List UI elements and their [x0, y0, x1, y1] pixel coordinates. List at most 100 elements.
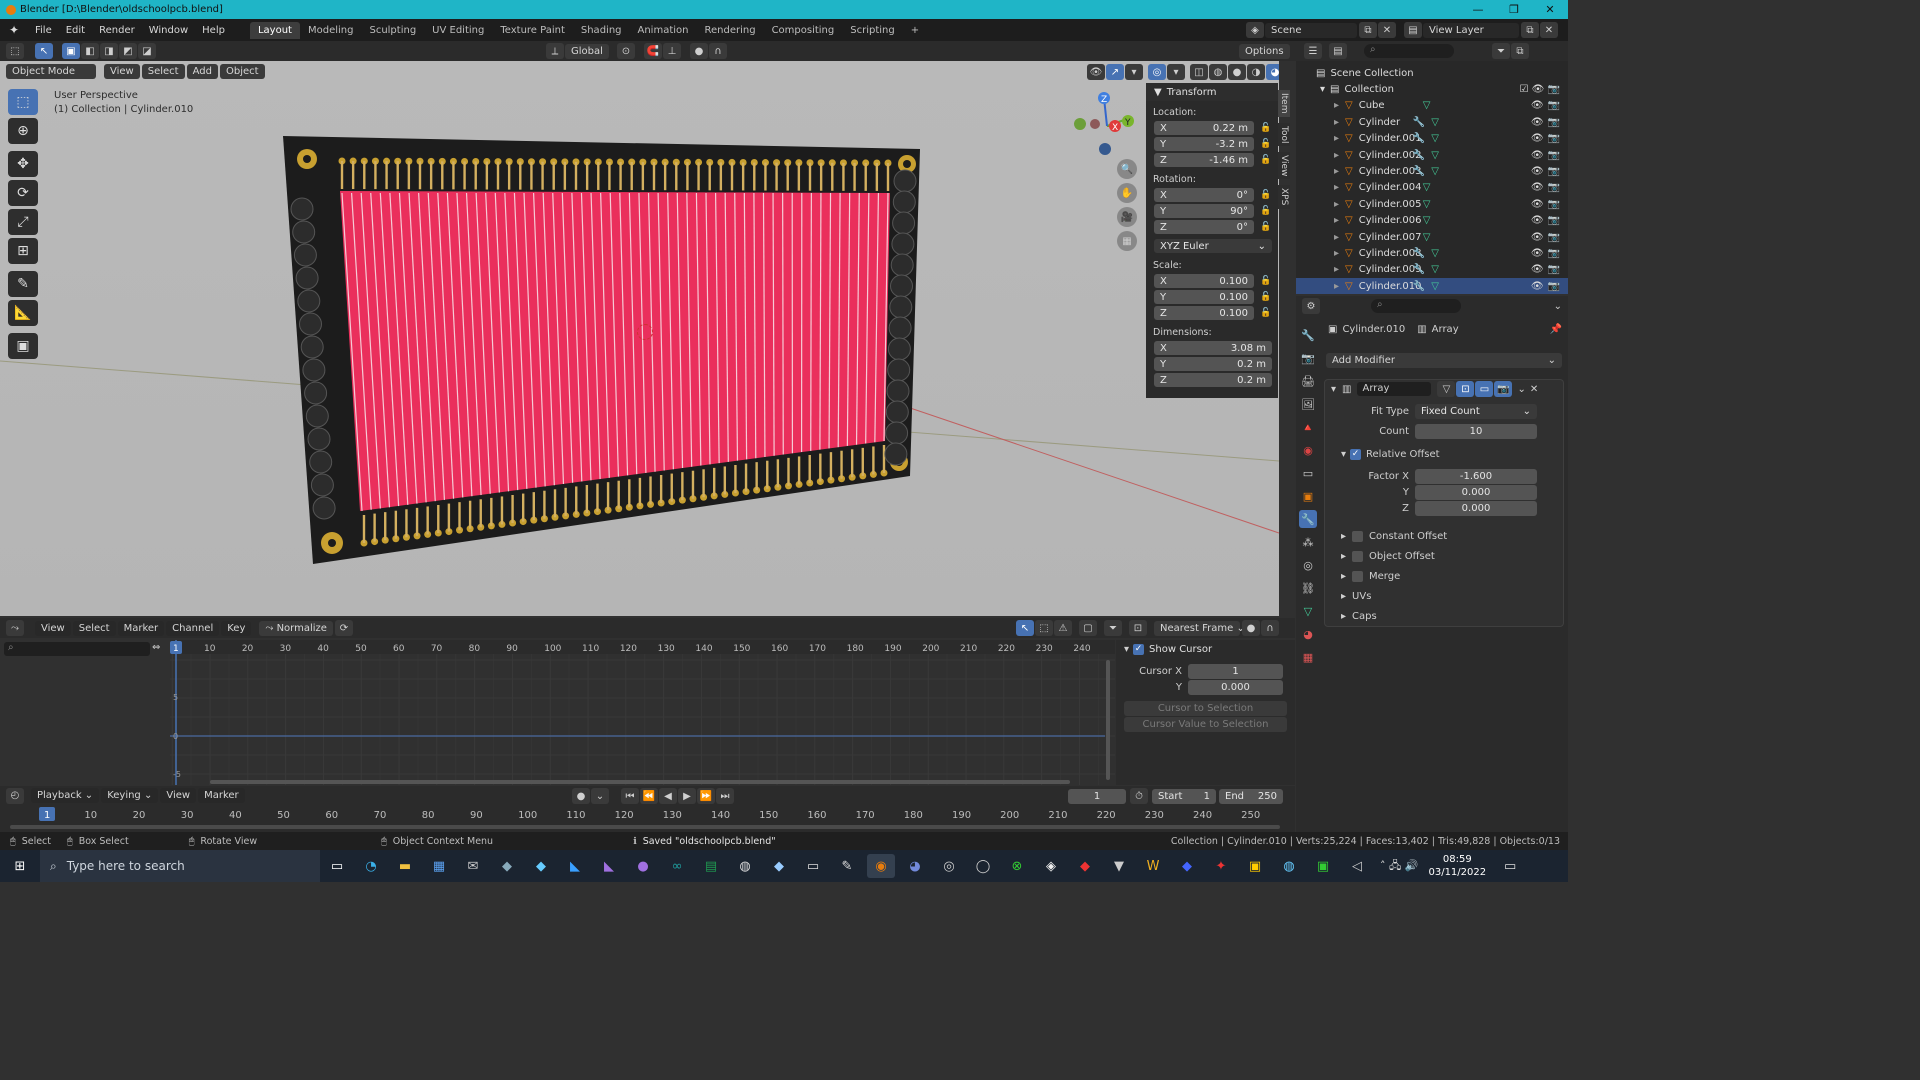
normalize-toggle[interactable]: ⤳ Normalize [259, 620, 333, 636]
jump-start-icon[interactable]: ⏮ [621, 788, 639, 804]
overlay-toggle-icon[interactable]: ◎ [1148, 64, 1166, 80]
app-icon-14[interactable]: ▣ [1309, 854, 1337, 878]
render-camera-icon[interactable]: 📷 [1548, 215, 1560, 226]
viewport-menu-select[interactable]: Select [141, 64, 185, 79]
subpanel-checkbox[interactable] [1352, 530, 1364, 542]
graph-area[interactable]: 1 10 20 30 40 50 60 70 80 90 100 110 120 130 140 150 160… [170, 640, 1115, 785]
modifier-subpanel[interactable]: ▸ UVs [1341, 586, 1563, 606]
xray-toggle-icon[interactable]: ◫ [1190, 64, 1208, 80]
channel-search-input[interactable]: ⌕ [4, 642, 150, 656]
proportional-falloff-icon[interactable]: ∩ [709, 43, 727, 59]
expand-arrow-icon[interactable]: ▾ [1320, 84, 1325, 95]
options-dropdown[interactable]: Options [1239, 44, 1290, 59]
render-camera-icon[interactable]: 📷 [1548, 248, 1560, 259]
select-mode-intersect-icon[interactable]: ◪ [138, 43, 156, 59]
add-cube-tool-icon[interactable]: ▣ [8, 333, 38, 359]
tray-icons[interactable]: ˄ 🖧 🔊 [1380, 857, 1418, 876]
expand-arrow-icon[interactable]: ▸ [1334, 117, 1339, 128]
timeline-menu-keying[interactable]: Keying ⌄ [101, 788, 159, 803]
vscode-icon[interactable]: ◣ [561, 854, 589, 878]
workspace-tab-sculpting[interactable]: Sculpting [361, 22, 424, 39]
play-reverse-icon[interactable]: ◀ [659, 788, 677, 804]
render-camera-icon[interactable]: 📷 [1548, 232, 1560, 243]
new-collection-icon[interactable]: ⧉ [1511, 43, 1529, 59]
notepad-icon[interactable]: ✎ [833, 854, 861, 878]
edit-mode-toggle-icon[interactable]: ▽ [1437, 381, 1456, 397]
render-toggle-icon[interactable]: 📷 [1494, 381, 1513, 397]
discord-icon[interactable]: ◕ [901, 854, 929, 878]
collapse-triangle-icon[interactable]: ▼ [1154, 87, 1162, 98]
mesh-data-icon[interactable]: ▽ [1431, 166, 1439, 177]
cursor-tool-icon[interactable]: ⊕ [8, 118, 38, 144]
graph-editor-type-icon[interactable]: ⤳ [6, 620, 24, 636]
subpanel-checkbox[interactable] [1352, 550, 1364, 562]
only-errors-icon[interactable]: ⚠ [1054, 620, 1072, 636]
expand-arrow-icon[interactable]: ▸ [1334, 133, 1339, 144]
transform-orientation-icon[interactable]: ⟂ [546, 43, 564, 59]
view-layer-selector[interactable]: View Layer [1423, 22, 1519, 38]
expand-arrow-icon[interactable]: ▾ [1341, 449, 1346, 460]
app-icon-6[interactable]: ◈ [1037, 854, 1065, 878]
mesh-data-icon[interactable]: ▽ [1431, 264, 1439, 275]
timeline-menu-marker[interactable]: Marker [198, 788, 245, 803]
outliner-item[interactable]: ▸ ▽ Cylinder.008 🔧 ▽ 👁 📷 [1296, 245, 1568, 261]
shading-solid-icon[interactable]: ● [1228, 64, 1246, 80]
graph-menu-marker[interactable]: Marker [117, 620, 165, 636]
outliner-search-input[interactable]: ⌕ [1364, 44, 1454, 58]
relative-offset-checkbox[interactable]: ✓ [1350, 449, 1362, 460]
terminal-icon[interactable]: ▭ [799, 854, 827, 878]
filter-icon[interactable]: ⏷ [1104, 620, 1122, 636]
show-hidden-icon[interactable]: ⬚ [1035, 620, 1053, 636]
select-mode-extend-icon[interactable]: ◧ [81, 43, 99, 59]
visibility-eye-icon[interactable]: 👁 [1531, 248, 1544, 259]
proportional-edit-icon[interactable]: ● [690, 43, 708, 59]
dimensions-z-field[interactable]: Z 0.2 m [1154, 373, 1272, 387]
view-layer-new-icon[interactable]: ⧉ [1521, 22, 1539, 38]
timeline-scrollbar[interactable] [10, 825, 1280, 829]
visibility-eye-icon[interactable]: 👁 [1531, 264, 1544, 275]
app-icon-4[interactable]: ◆ [765, 854, 793, 878]
expand-arrow-icon[interactable]: ▸ [1334, 215, 1339, 226]
modifier-menu-icon[interactable]: ⌄ [1517, 384, 1525, 395]
expand-arrow-icon[interactable]: ▸ [1334, 150, 1339, 161]
menu-window[interactable]: Window [142, 25, 195, 36]
lock-icon[interactable]: 🔓 [1260, 123, 1272, 133]
lock-icon[interactable]: 🔓 [1260, 190, 1272, 200]
excel-icon[interactable]: ▤ [697, 854, 725, 878]
expand-arrow-icon[interactable]: ▸ [1334, 199, 1339, 210]
app-icon-8[interactable]: ▼ [1105, 854, 1133, 878]
lock-icon[interactable]: 🔓 [1260, 292, 1272, 302]
wrench-icon[interactable]: 🔧 [1413, 117, 1425, 128]
current-frame-field[interactable]: 1 [1068, 788, 1126, 804]
lock-icon[interactable]: 🔓 [1260, 222, 1272, 232]
outliner-editor-type-icon[interactable]: ☰ [1304, 43, 1322, 59]
navigation-gizmo[interactable]: X Y Z [1072, 91, 1142, 161]
workspace-tab-modeling[interactable]: Modeling [300, 22, 362, 39]
visibility-eye-icon[interactable]: 👁 [1531, 133, 1544, 144]
collection-tab-icon[interactable]: ▭ [1299, 464, 1317, 482]
rotation-x-field[interactable]: X 0° [1154, 188, 1254, 202]
fit-type-dropdown[interactable]: Fixed Count ⌄ [1415, 404, 1537, 419]
location-x-field[interactable]: X 0.22 m [1154, 121, 1254, 135]
timeline-editor-type-icon[interactable]: ◴ [6, 787, 24, 804]
expand-arrow-icon[interactable]: ▸ [1341, 531, 1346, 542]
3d-viewport[interactable]: User Perspective (1) Collection | Cylind… [0, 61, 1279, 616]
sidebar-tab-item[interactable]: Item [1278, 90, 1290, 117]
mesh-data-icon[interactable]: ▽ [1431, 150, 1439, 161]
jump-end-icon[interactable]: ⏭ [716, 788, 734, 804]
close-button[interactable]: ✕ [1532, 0, 1568, 19]
rotate-tool-icon[interactable]: ⟳ [8, 180, 38, 206]
outliner-item[interactable]: ▸ ▽ Cylinder.010 🔧 ▽ 👁 📷 [1296, 278, 1568, 295]
render-camera-icon[interactable]: 📷 [1548, 199, 1560, 210]
shading-wireframe-icon[interactable]: ◍ [1209, 64, 1227, 80]
clock[interactable]: 08:59 03/11/2022 [1428, 853, 1486, 879]
render-camera-icon[interactable]: 📷 [1548, 264, 1560, 275]
proportional-falloff-icon[interactable]: ∩ [1261, 620, 1279, 636]
start-frame-field[interactable]: Start 1 [1152, 788, 1216, 804]
outliner-item[interactable]: ▸ ▽ Cylinder.001 🔧 ▽ 👁 📷 [1296, 131, 1568, 147]
collection-row[interactable]: ▾ ▤ Collection ☑ 👁 📷 [1296, 81, 1568, 97]
cursor-to-selection-button[interactable]: Cursor to Selection [1124, 701, 1287, 716]
move-tool-icon[interactable]: ✥ [8, 151, 38, 177]
pcb-model[interactable] [280, 131, 940, 571]
cursor-value-to-selection-button[interactable]: Cursor Value to Selection [1124, 717, 1287, 732]
